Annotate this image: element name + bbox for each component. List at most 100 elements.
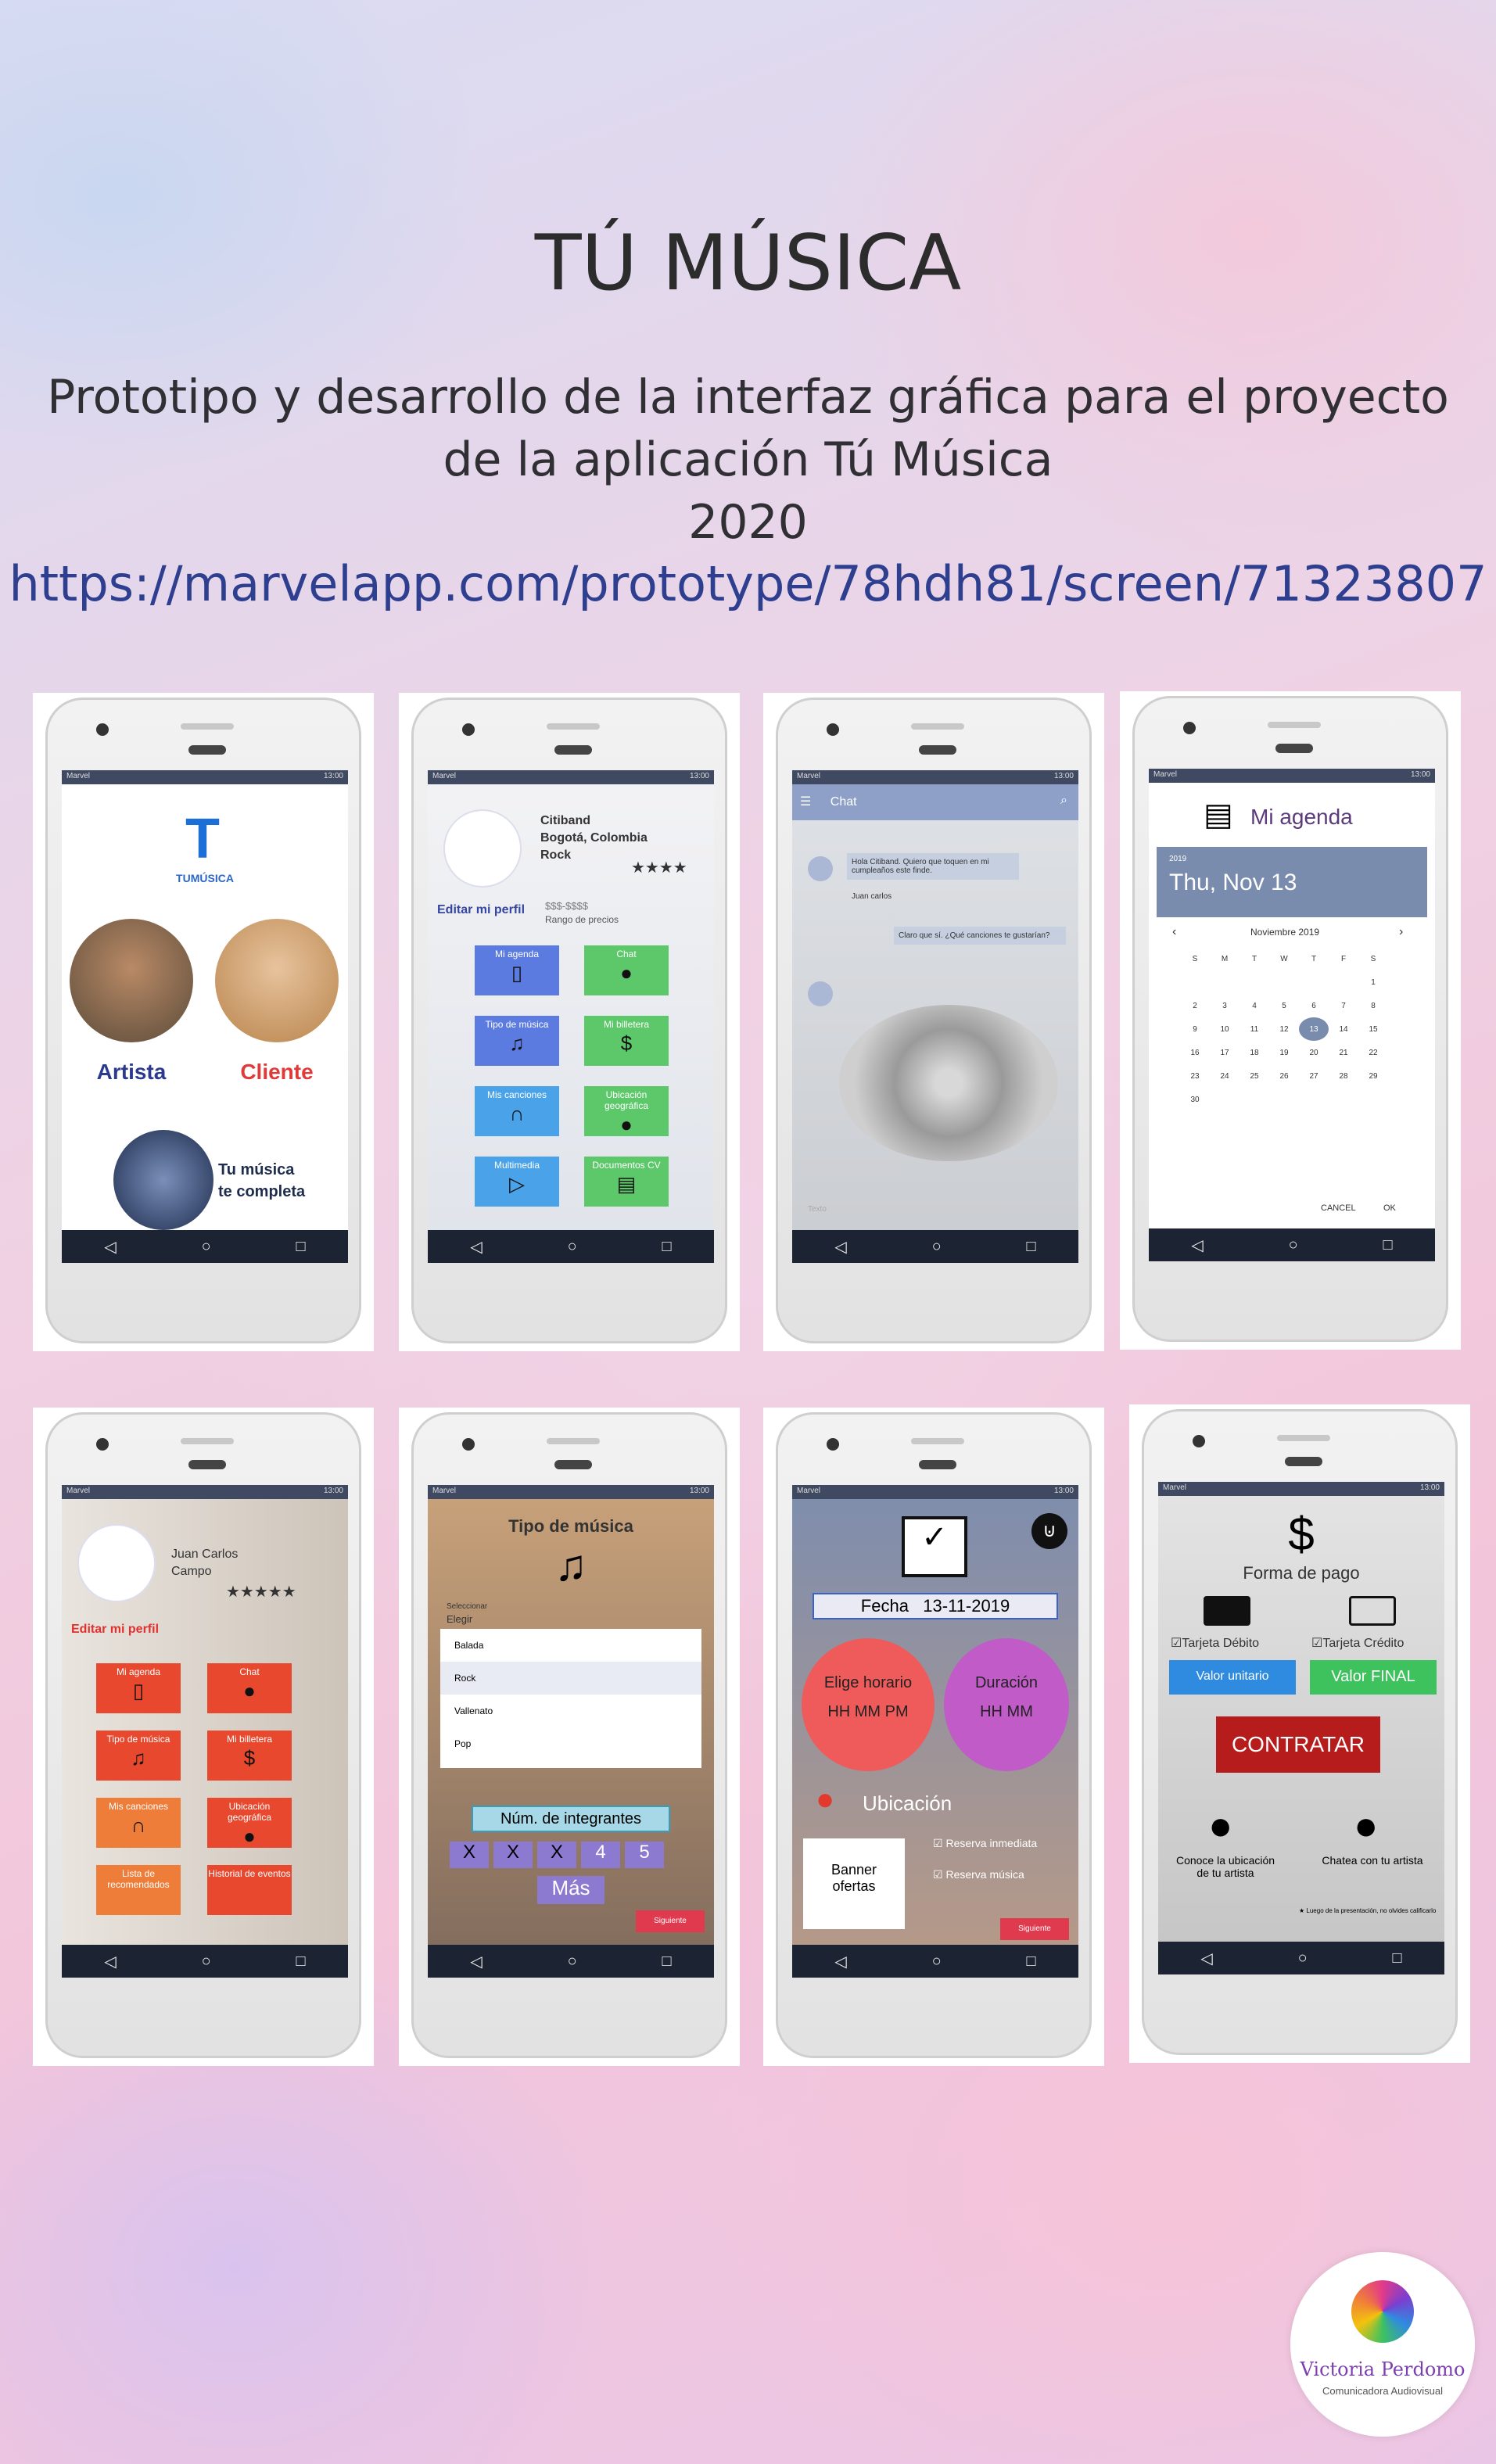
back-icon[interactable]: ◁ (1191, 1236, 1203, 1255)
option-balada[interactable]: Balada (440, 1629, 701, 1662)
profile-avatar[interactable] (443, 809, 522, 888)
back-icon[interactable]: ◁ (104, 1952, 116, 1971)
unit-value-field[interactable]: Valor unitario (1169, 1660, 1296, 1695)
next-month-icon[interactable]: › (1399, 925, 1403, 939)
chat-toolbar: ☰ Chat ⌕ (792, 784, 1078, 820)
chat-artist-link[interactable]: Chatea con tu artista (1318, 1854, 1427, 1867)
back-icon[interactable]: ◁ (834, 1952, 846, 1971)
recent-icon[interactable]: □ (1383, 1236, 1392, 1254)
tile-agenda[interactable]: Mi agenda ▯ (475, 945, 559, 995)
duration-picker[interactable]: Duración HH MM (944, 1638, 1069, 1771)
prototype-link[interactable]: https://marvelapp.com/prototype/78hdh81/… (0, 555, 1496, 612)
calendar-grid: SMTWTFS 1 2345678 9 10 11 12 13 14 15 16 17 18 19… (1190, 954, 1378, 1104)
home-icon[interactable]: ○ (1289, 1236, 1298, 1254)
profile-avatar[interactable] (77, 1524, 156, 1602)
debit-option[interactable]: ☑Tarjeta Débito (1171, 1635, 1259, 1651)
ok-button[interactable]: OK (1383, 1203, 1396, 1213)
message-input[interactable]: Texto (808, 1205, 827, 1214)
tile-location[interactable]: Ubicación geográfica ● (584, 1086, 669, 1136)
tile-agenda[interactable]: Mi agenda ▯ (96, 1663, 181, 1713)
maps-icon: ● (816, 1782, 835, 1817)
home-icon[interactable]: ○ (202, 1953, 211, 1971)
option-music[interactable]: ☑ Reserva música (933, 1868, 1024, 1881)
back-icon[interactable]: ◁ (104, 1237, 116, 1257)
final-value-field[interactable]: Valor FINAL (1310, 1660, 1437, 1695)
recent-icon[interactable]: □ (662, 1953, 671, 1971)
client-avatar[interactable] (215, 919, 339, 1042)
client-label[interactable]: Cliente (215, 1060, 339, 1085)
price-range-label: Rango de precios (545, 914, 619, 925)
chat-message-2: Claro que sí. ¿Qué canciones te gustaría… (894, 927, 1066, 945)
back-icon[interactable]: ◁ (834, 1237, 846, 1257)
home-icon[interactable]: ○ (932, 1238, 942, 1256)
more-button[interactable]: Más (537, 1876, 604, 1904)
map-pin-icon: ● (620, 1113, 633, 1136)
home-icon[interactable]: ○ (932, 1953, 942, 1971)
cart-icon[interactable]: ⊍ (1031, 1513, 1067, 1549)
tile-wallet[interactable]: Mi billetera $ (584, 1016, 669, 1066)
banner-offers[interactable]: Banner ofertas (803, 1838, 905, 1929)
artist-avatar[interactable] (70, 919, 193, 1042)
recent-icon[interactable]: □ (1026, 1238, 1035, 1256)
contract-button[interactable]: CONTRATAR (1216, 1716, 1380, 1773)
genre-select[interactable]: Elegir (447, 1613, 472, 1625)
screen-booking: Marvel 13:00 ✓ ⊍ Fecha 13-11-2019 Elige h… (792, 1485, 1078, 1978)
locate-artist-link[interactable]: Conoce la ubicación de tu artista (1171, 1854, 1280, 1879)
recent-icon[interactable]: □ (1392, 1949, 1401, 1967)
tile-location[interactable]: Ubicación geográfica ● (207, 1798, 292, 1848)
tile-songs[interactable]: Mis canciones ∩ (475, 1086, 559, 1136)
tile-songs[interactable]: Mis canciones ∩ (96, 1798, 181, 1848)
back-icon[interactable]: ◁ (1200, 1949, 1212, 1968)
tile-chat[interactable]: Chat ● (584, 945, 669, 995)
recent-icon[interactable]: □ (296, 1953, 305, 1971)
client-name-2: Campo (171, 1565, 212, 1578)
option-pop[interactable]: Pop (440, 1727, 701, 1760)
tile-music-type[interactable]: Tipo de música ♫ (475, 1016, 559, 1066)
menu-icon[interactable]: ☰ (800, 795, 811, 809)
recent-icon[interactable]: □ (662, 1238, 671, 1256)
home-icon[interactable]: ○ (568, 1238, 577, 1256)
time-picker[interactable]: Elige horario HH MM PM (802, 1638, 935, 1771)
promo-line2: te completa (218, 1183, 306, 1200)
members-selector[interactable]: X X X 4 5 (450, 1842, 664, 1868)
location-label[interactable]: Ubicación (863, 1792, 952, 1816)
subtitle-year: 2020 (688, 495, 808, 550)
cancel-button[interactable]: CANCEL (1321, 1203, 1356, 1213)
tile-recommended[interactable]: Lista de recomendados (96, 1865, 181, 1915)
next-button[interactable]: Siguiente (636, 1910, 705, 1932)
edit-profile-link[interactable]: Editar mi perfil (71, 1623, 159, 1637)
next-button[interactable]: Siguiente (1000, 1918, 1069, 1940)
price-range: $$$-$$$$ (545, 900, 588, 912)
tile-documents[interactable]: Documentos CV ▤ (584, 1157, 669, 1207)
home-icon[interactable]: ○ (568, 1953, 577, 1971)
back-icon[interactable]: ◁ (470, 1237, 482, 1257)
screen-payment: Marvel 13:00 $ Forma de pago ☑Tarjeta Déb… (1158, 1482, 1444, 1974)
home-icon[interactable]: ○ (1298, 1949, 1308, 1967)
genre-dropdown: Balada Rock Vallenato Pop (440, 1629, 701, 1768)
phone-card-home: Marvel 13:00 T TUMÚSICA Artista Cliente T… (33, 693, 374, 1351)
tile-wallet[interactable]: Mi billetera $ (207, 1731, 292, 1781)
month-label: Noviembre 2019 (1250, 927, 1320, 938)
prev-month-icon[interactable]: ‹ (1172, 925, 1176, 939)
page-subtitle: Prototipo y desarrollo de la interfaz gr… (31, 366, 1465, 554)
page-title: TÚ MÚSICA (534, 219, 962, 308)
tile-music-type[interactable]: Tipo de música ♫ (96, 1731, 181, 1781)
artist-label[interactable]: Artista (70, 1060, 193, 1085)
screen-chat: Marvel 13:00 ☰ Chat ⌕ Hola Citiband. Quie… (792, 770, 1078, 1263)
recent-icon[interactable]: □ (1026, 1953, 1035, 1971)
date-field[interactable]: Fecha 13-11-2019 (813, 1593, 1058, 1619)
option-vallenato[interactable]: Vallenato (440, 1695, 701, 1727)
recent-icon[interactable]: □ (296, 1238, 305, 1256)
option-rock[interactable]: Rock (440, 1662, 701, 1695)
tile-multimedia[interactable]: Multimedia ▷ (475, 1157, 559, 1207)
home-icon[interactable]: ○ (202, 1238, 211, 1256)
edit-profile-link[interactable]: Editar mi perfil (437, 903, 525, 917)
tile-chat[interactable]: Chat ● (207, 1663, 292, 1713)
tile-events[interactable]: Historial de eventos (207, 1865, 292, 1915)
option-immediate[interactable]: ☑ Reserva inmediata (933, 1837, 1037, 1850)
chat-icon: ● (243, 1679, 256, 1702)
search-icon[interactable]: ⌕ (1060, 794, 1067, 808)
author-logo: Victoria Perdomo Comunicadora Audiovisua… (1290, 2252, 1475, 2437)
credit-option[interactable]: ☑Tarjeta Crédito (1311, 1635, 1404, 1651)
back-icon[interactable]: ◁ (470, 1952, 482, 1971)
